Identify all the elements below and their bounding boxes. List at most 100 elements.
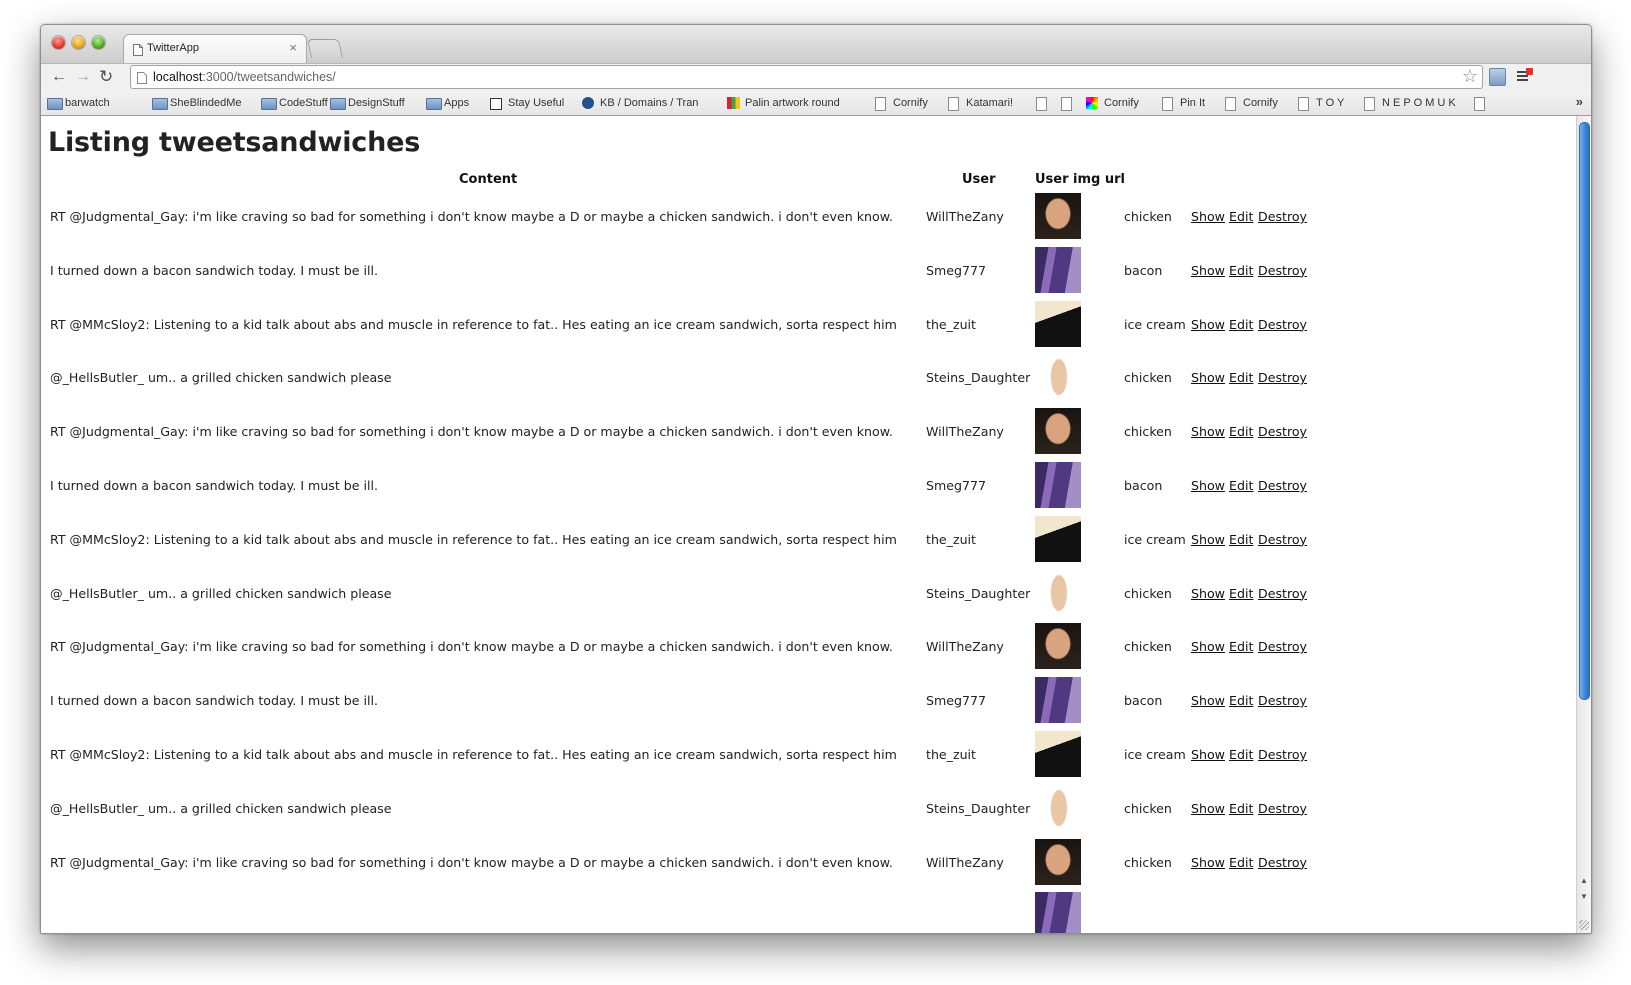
checkbox-icon <box>490 98 502 110</box>
edit-link[interactable]: Edit <box>1229 747 1253 762</box>
bookmarks-overflow-icon[interactable]: » <box>1576 94 1583 109</box>
scroll-down-icon[interactable]: ▼ <box>1580 892 1588 901</box>
destroy-link[interactable]: Destroy <box>1258 693 1307 708</box>
destroy-link[interactable]: Destroy <box>1258 209 1307 224</box>
destroy-link[interactable]: Destroy <box>1258 370 1307 385</box>
destroy-link[interactable]: Destroy <box>1258 478 1307 493</box>
reload-icon[interactable]: ↻ <box>99 67 113 87</box>
show-link[interactable]: Show <box>1191 801 1225 816</box>
scrollbar-thumb[interactable] <box>1579 122 1590 700</box>
edit-link[interactable]: Edit <box>1229 855 1253 870</box>
menu-icon[interactable] <box>1516 68 1533 84</box>
address-bar[interactable]: localhost:3000/tweetsandwiches/ ☆ <box>130 65 1483 89</box>
resize-grip-icon[interactable] <box>1579 920 1589 930</box>
page-icon <box>1474 97 1485 111</box>
table-row: I turned down a bacon sandwich today. I … <box>41 245 1441 299</box>
tweet-content: @_HellsButler_ um.. a grilled chicken sa… <box>50 585 392 601</box>
user-avatar <box>1035 892 1081 933</box>
folder-icon <box>330 98 346 110</box>
table-row: @_HellsButler_ um.. a grilled chicken sa… <box>41 568 1441 622</box>
destroy-link[interactable]: Destroy <box>1258 639 1307 654</box>
destroy-link[interactable]: Destroy <box>1258 801 1307 816</box>
destroy-link[interactable]: Destroy <box>1258 747 1307 762</box>
page-icon <box>133 43 143 61</box>
tweet-user: Steins_Daughter <box>926 370 1031 386</box>
bookmark-label: Palin artwork round <box>745 97 840 109</box>
sandwich-type: chicken <box>1124 854 1172 870</box>
image-icon <box>727 97 740 109</box>
tweet-content: I turned down a bacon sandwich today. I … <box>50 478 379 493</box>
edit-link[interactable]: Edit <box>1229 586 1253 601</box>
tweet-content: @_HellsButler_ um.. a grilled chicken sa… <box>50 370 392 386</box>
edit-link[interactable]: Edit <box>1229 532 1253 547</box>
sandwich-type: chicken <box>1124 209 1172 224</box>
header-user: User <box>962 172 996 187</box>
show-link[interactable]: Show <box>1191 370 1225 385</box>
table-row: RT @Judgmental_Gay: i'm like craving so … <box>41 621 1441 675</box>
bookmark-label: Stay Useful <box>508 97 565 109</box>
sandwich-type: chicken <box>1124 585 1172 601</box>
table-row: @_HellsButler_ um.. a grilled chicken sa… <box>41 783 1441 837</box>
show-link[interactable]: Show <box>1191 747 1225 762</box>
show-link[interactable]: Show <box>1191 209 1225 224</box>
page-title: Listing tweetsandwiches <box>48 127 421 158</box>
destroy-link[interactable]: Destroy <box>1258 532 1307 547</box>
table-row: I turned down a bacon sandwich today. I … <box>41 675 1441 729</box>
user-avatar <box>1035 246 1081 293</box>
destroy-link[interactable]: Destroy <box>1258 317 1307 332</box>
show-link[interactable]: Show <box>1191 317 1225 332</box>
show-link[interactable]: Show <box>1191 639 1225 654</box>
edit-link[interactable]: Edit <box>1229 639 1253 654</box>
edit-link[interactable]: Edit <box>1229 478 1253 493</box>
new-tab-button[interactable] <box>306 39 344 58</box>
edit-link[interactable]: Edit <box>1229 370 1253 385</box>
show-link[interactable]: Show <box>1191 855 1225 870</box>
edit-link[interactable]: Edit <box>1229 317 1253 332</box>
edit-link[interactable]: Edit <box>1229 801 1253 816</box>
vertical-scrollbar[interactable]: ▲ ▼ <box>1576 116 1591 933</box>
back-icon[interactable]: ← <box>51 67 67 87</box>
tab-close-icon[interactable]: × <box>289 40 297 55</box>
bookmark-label: Cornify <box>1243 97 1278 109</box>
sandwich-type: ice cream <box>1124 747 1186 762</box>
bookmark-label: T O Y <box>1316 97 1345 109</box>
folder-icon <box>152 98 168 110</box>
bookmark-star-icon[interactable]: ☆ <box>1462 66 1478 87</box>
sandwich-type: chicken <box>1124 424 1172 440</box>
tab-twitterapp[interactable]: TwitterApp × <box>123 34 307 64</box>
folder-icon <box>261 98 277 110</box>
user-avatar <box>1035 569 1081 616</box>
show-link[interactable]: Show <box>1191 424 1225 439</box>
edit-link[interactable]: Edit <box>1229 693 1253 708</box>
page-icon <box>137 71 147 89</box>
moon-icon <box>582 97 594 109</box>
edit-link[interactable]: Edit <box>1229 424 1253 439</box>
tweet-content: RT @MMcSloy2: Listening to a kid talk ab… <box>50 316 897 332</box>
tab-title: TwitterApp <box>147 42 199 54</box>
zoom-window-button[interactable] <box>92 36 105 49</box>
show-link[interactable]: Show <box>1191 263 1225 278</box>
sandwich-type: ice cream <box>1124 531 1186 547</box>
tweet-user: the_zuit <box>926 747 976 762</box>
extension-icon[interactable] <box>1489 68 1506 86</box>
bookmark-label: CodeStuff <box>279 97 328 109</box>
show-link[interactable]: Show <box>1191 586 1225 601</box>
close-window-button[interactable] <box>52 36 65 49</box>
tweet-content: RT @Judgmental_Gay: i'm like craving so … <box>50 209 893 224</box>
destroy-link[interactable]: Destroy <box>1258 424 1307 439</box>
tweet-user: Smeg777 <box>926 478 987 493</box>
rainbow-icon <box>1086 97 1098 109</box>
edit-link[interactable]: Edit <box>1229 209 1253 224</box>
minimize-window-button[interactable] <box>72 36 85 49</box>
scroll-up-icon[interactable]: ▲ <box>1580 876 1588 885</box>
show-link[interactable]: Show <box>1191 693 1225 708</box>
forward-icon[interactable]: → <box>75 67 91 87</box>
show-link[interactable]: Show <box>1191 478 1225 493</box>
show-link[interactable]: Show <box>1191 532 1225 547</box>
bookmark-label: Katamari! <box>966 97 1014 109</box>
destroy-link[interactable]: Destroy <box>1258 263 1307 278</box>
destroy-link[interactable]: Destroy <box>1258 855 1307 870</box>
table-row: RT @MMcSloy2: Listening to a kid talk ab… <box>41 729 1441 783</box>
edit-link[interactable]: Edit <box>1229 263 1253 278</box>
destroy-link[interactable]: Destroy <box>1258 586 1307 601</box>
